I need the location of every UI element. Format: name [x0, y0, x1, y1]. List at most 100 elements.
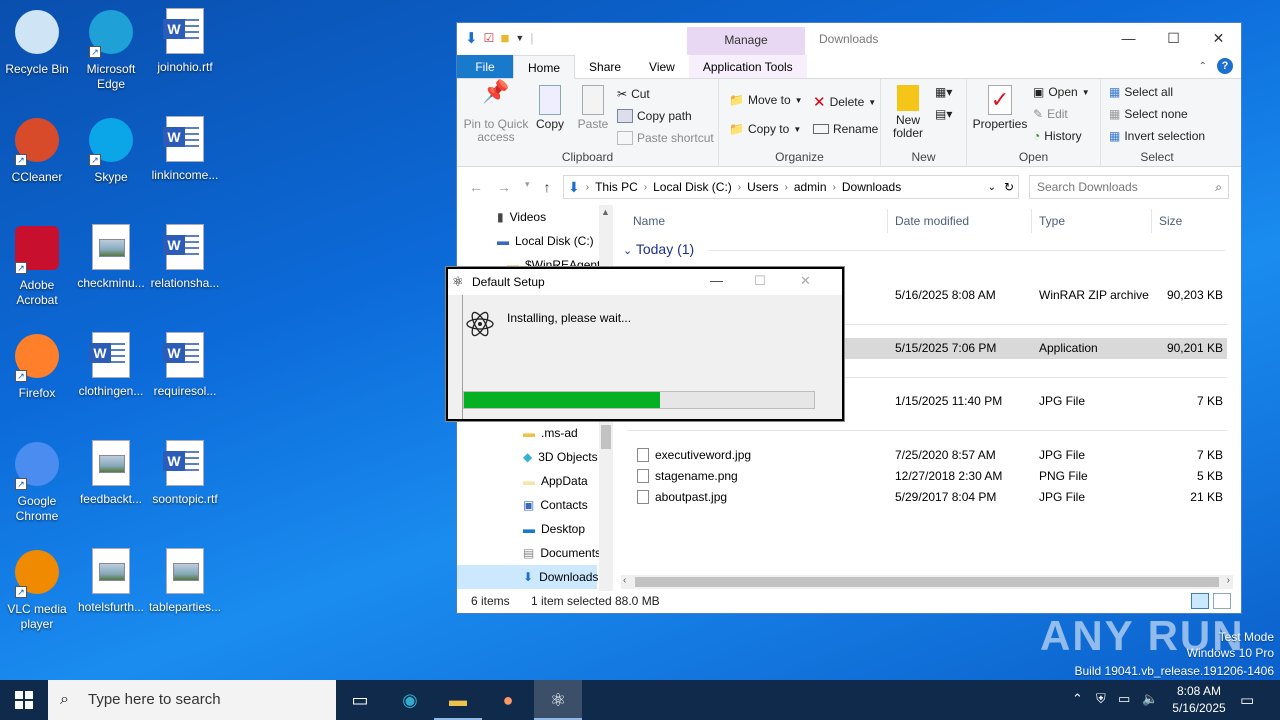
tab-manage[interactable]: Manage: [687, 27, 805, 55]
desktop-icon[interactable]: ↗ Skype: [74, 116, 148, 185]
copy-to-button[interactable]: 📁 Copy to ▼: [729, 122, 801, 136]
horizontal-scrollbar[interactable]: ‹ ›: [621, 575, 1233, 589]
new-folder-icon[interactable]: ■: [500, 30, 509, 47]
start-button[interactable]: [0, 680, 48, 720]
collapse-ribbon-icon[interactable]: ⌃: [1199, 61, 1207, 72]
clock[interactable]: 8:08 AM 5/16/2025: [1164, 683, 1234, 717]
nav-item-documents[interactable]: ▤ Documents: [523, 541, 601, 565]
breadcrumb-downloads[interactable]: Downloads: [842, 180, 901, 194]
taskbar-firefox[interactable]: ●: [484, 680, 532, 720]
forward-arrow-icon[interactable]: →: [497, 179, 511, 195]
tab-share[interactable]: Share: [575, 55, 635, 78]
recent-chevron-icon[interactable]: ▾: [525, 179, 530, 195]
desktop-icon[interactable]: hotelsfurth...: [74, 548, 148, 615]
history-button[interactable]: ◔ History: [1033, 129, 1082, 143]
desktop-icon[interactable]: tableparties...: [148, 548, 222, 615]
breadcrumb-this-pc[interactable]: This PC: [595, 180, 638, 194]
easy-access-button[interactable]: ▤▾: [935, 107, 952, 121]
scrollbar-thumb[interactable]: [635, 577, 1219, 587]
delete-button[interactable]: ✕ Delete ▼: [813, 93, 876, 111]
help-icon[interactable]: ?: [1217, 58, 1233, 74]
desktop-icon[interactable]: Wclothingen...: [74, 332, 148, 399]
edit-button[interactable]: ✎ Edit: [1033, 107, 1068, 121]
minimize-button[interactable]: —: [1106, 23, 1151, 53]
nav-item-downloads[interactable]: ⬇ Downloads: [457, 565, 598, 589]
new-item-button[interactable]: ▦▾: [935, 85, 952, 99]
nav-item-ms-ad[interactable]: ▬ .ms-ad: [523, 421, 578, 445]
address-dropdown-icon[interactable]: ⌄: [988, 182, 996, 193]
paste-button[interactable]: Paste: [575, 85, 611, 131]
nav-item-desktop[interactable]: ▬ Desktop: [523, 517, 585, 541]
volume-icon[interactable]: 🔈: [1142, 691, 1158, 707]
column-divider[interactable]: [1031, 209, 1032, 233]
nav-item-contacts[interactable]: ▣ Contacts: [523, 493, 588, 517]
notifications-icon[interactable]: ▭: [1240, 691, 1254, 709]
up-arrow-icon[interactable]: ↑: [544, 179, 551, 195]
scrollbar-thumb[interactable]: [601, 425, 611, 449]
breadcrumb-admin[interactable]: admin: [794, 180, 827, 194]
tab-application-tools[interactable]: Application Tools: [688, 55, 807, 78]
tab-file[interactable]: File: [457, 55, 513, 78]
minimize-button[interactable]: —: [710, 273, 723, 288]
scroll-left-icon[interactable]: ‹: [623, 575, 626, 586]
scroll-up-icon[interactable]: ▲: [601, 207, 610, 217]
desktop-icon[interactable]: ↗ VLC media player: [0, 548, 74, 632]
tab-home[interactable]: Home: [513, 55, 576, 79]
desktop-icon[interactable]: ↗ Microsoft Edge: [74, 8, 148, 92]
invert-selection-button[interactable]: ▦ Invert selection: [1109, 129, 1205, 143]
maximize-button[interactable]: ☐: [754, 273, 766, 289]
tab-view[interactable]: View: [635, 55, 689, 78]
move-to-button[interactable]: 📁 Move to ▼: [729, 93, 803, 107]
breadcrumb-users[interactable]: Users: [747, 180, 778, 194]
pin-quick-access-button[interactable]: 📌 Pin to Quick access: [463, 81, 529, 144]
refresh-icon[interactable]: ↻: [1004, 180, 1014, 194]
desktop-icon[interactable]: ↗ Google Chrome: [0, 440, 74, 524]
desktop-icon[interactable]: ↗ CCleaner: [0, 116, 74, 185]
show-hidden-icons-chevron-icon[interactable]: ⌃: [1072, 691, 1083, 707]
desktop-icon[interactable]: Wrequiresol...: [148, 332, 222, 399]
copy-button[interactable]: Copy: [533, 85, 567, 131]
taskbar-file-explorer[interactable]: ▬: [434, 680, 482, 720]
cut-button[interactable]: ✂ Cut: [617, 87, 650, 101]
table-row[interactable]: stagename.png 12/27/2018 2:30 AM PNG Fil…: [627, 466, 1227, 487]
maximize-button[interactable]: ☐: [1151, 23, 1196, 53]
open-button[interactable]: ▣ Open ▼: [1033, 85, 1090, 99]
breadcrumb-local-disk[interactable]: Local Disk (C:): [653, 180, 732, 194]
nav-item-appdata[interactable]: ▬ AppData: [523, 469, 588, 493]
close-button[interactable]: ✕: [800, 273, 811, 289]
chevron-down-icon[interactable]: ▼: [515, 33, 524, 43]
column-divider[interactable]: [1151, 209, 1152, 233]
desktop-icon[interactable]: Recycle Bin: [0, 8, 74, 77]
column-type[interactable]: Type: [1039, 209, 1065, 233]
desktop-icon[interactable]: Wlinkincome...: [148, 116, 222, 183]
desktop-icon[interactable]: ↗ Adobe Acrobat: [0, 224, 74, 308]
desktop-icon[interactable]: Wsoontopic.rtf: [148, 440, 222, 507]
title-bar[interactable]: ⬇ ☑ ■ ▼ | Manage Downloads — ☐ ✕: [457, 23, 1241, 55]
desktop-icon[interactable]: feedbackt...: [74, 440, 148, 507]
nav-item-videos[interactable]: ▮ Videos: [497, 205, 546, 229]
column-size[interactable]: Size: [1159, 209, 1182, 233]
address-bar[interactable]: ⬇ › This PC › Local Disk (C:) › Users › …: [563, 175, 1019, 199]
back-arrow-icon[interactable]: ←: [469, 179, 483, 195]
taskbar-edge[interactable]: ◉: [386, 680, 434, 720]
desktop-icon[interactable]: ↗ Firefox: [0, 332, 74, 401]
new-folder-button[interactable]: New folder: [887, 85, 929, 140]
desktop-icon[interactable]: Wjoinohio.rtf: [148, 8, 222, 75]
taskbar-search-input[interactable]: ⌕ Type here to search: [48, 680, 336, 720]
taskbar-setup[interactable]: ⚛: [534, 680, 582, 720]
group-header-today[interactable]: ⌄ Today (1): [623, 241, 694, 257]
nav-item-3d-objects[interactable]: ◆ 3D Objects: [523, 445, 598, 469]
table-row[interactable]: aboutpast.jpg 5/29/2017 8:04 PM JPG File…: [627, 487, 1227, 508]
nav-item-local-disk[interactable]: ▬ Local Disk (C:): [497, 229, 594, 253]
properties-button[interactable]: ✓ Properties: [971, 85, 1029, 131]
network-icon[interactable]: ▭: [1118, 691, 1130, 707]
large-icons-view-icon[interactable]: [1213, 593, 1231, 609]
details-view-icon[interactable]: [1191, 593, 1209, 609]
search-input[interactable]: Search Downloads ⌕: [1029, 175, 1229, 199]
security-icon[interactable]: ⛨: [1096, 691, 1106, 707]
desktop-icon[interactable]: Wrelationsha...: [148, 224, 222, 291]
scroll-right-icon[interactable]: ›: [1227, 575, 1230, 586]
column-date-modified[interactable]: Date modified: [895, 209, 969, 233]
column-name[interactable]: Name: [633, 209, 665, 233]
paste-shortcut-button[interactable]: Paste shortcut: [617, 131, 714, 145]
